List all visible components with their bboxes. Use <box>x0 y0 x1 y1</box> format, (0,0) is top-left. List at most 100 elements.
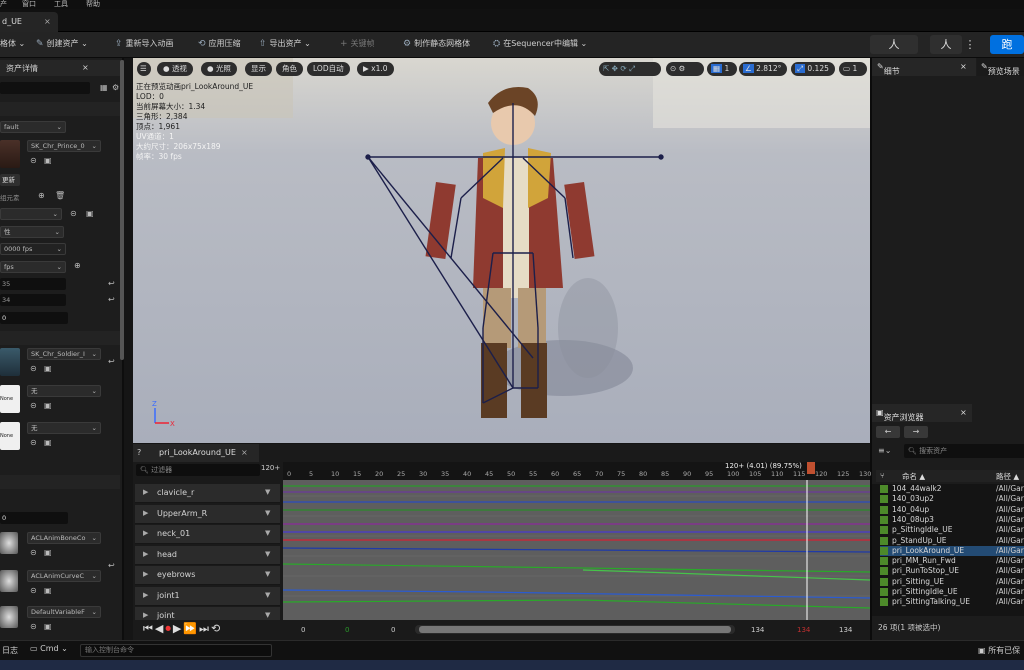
browse-icon[interactable]: ⊝ <box>30 438 37 447</box>
number-field[interactable]: 0 <box>0 312 68 324</box>
step-back-icon[interactable]: ◀ <box>155 622 165 635</box>
use-selected-icon[interactable]: ▣ <box>86 209 94 218</box>
number-field[interactable]: 35 <box>0 278 66 290</box>
asset-list-item[interactable]: p_StandUp_UE/All/Gar <box>880 536 1024 546</box>
chevron-down-icon[interactable]: ▼ <box>265 550 270 558</box>
asset-list-item[interactable]: 140_08up3/All/Gar <box>880 515 1024 525</box>
asset-search-input[interactable]: 🔍︎ 搜索资产 <box>904 444 1024 458</box>
track-row[interactable]: ▶ joint1 ▼ <box>135 586 280 606</box>
asset-list-item[interactable]: pri_RunToStop_UE/All/Gar <box>880 566 1024 576</box>
browse-icon[interactable]: ⊝ <box>30 156 37 165</box>
update-button[interactable]: 更新 <box>0 174 20 186</box>
close-icon[interactable]: × <box>82 63 89 72</box>
use-selected-icon[interactable]: ▣ <box>44 401 52 410</box>
path-column-header[interactable]: 路径 ▲ <box>996 471 1019 482</box>
chevron-down-icon[interactable]: ▼ <box>265 509 270 517</box>
skip-start-icon[interactable]: ⏮ <box>143 622 155 635</box>
save-status[interactable]: ▣ 所有已保 <box>978 645 1020 656</box>
close-icon[interactable]: × <box>960 408 967 417</box>
none-dropdown[interactable]: 无 ⌄ <box>27 422 101 434</box>
tab-preview-scene[interactable]: ✎ 预览场景 <box>977 58 1024 76</box>
show-button[interactable]: 显示 <box>245 62 272 76</box>
skip-end-icon[interactable]: ⏭ <box>199 622 211 635</box>
export-asset-button[interactable]: ⇧ 导出资产 ⌄ <box>259 38 311 49</box>
menu-item-window[interactable]: 窗口 <box>22 0 36 9</box>
curve-codec-dropdown[interactable]: ACLAnimCurveC ⌄ <box>27 570 101 582</box>
playback-speed-button[interactable]: ▶ x1.0 <box>357 62 394 76</box>
details-search-input[interactable] <box>0 82 90 94</box>
scrollbar-thumb[interactable] <box>419 626 731 633</box>
name-column-header[interactable]: 命名 ▲ <box>902 471 925 482</box>
expand-arrow-icon[interactable]: ▶ <box>143 529 148 537</box>
asset-list-item[interactable]: p_SittingIdle_UE/All/Gar <box>880 525 1024 535</box>
cmd-button[interactable]: ▭ Cmd ⌄ <box>30 644 68 653</box>
section-header[interactable] <box>0 475 120 489</box>
close-icon[interactable]: × <box>44 17 51 26</box>
document-tab[interactable]: d_UE × <box>0 12 58 32</box>
camera-speed-button[interactable]: ▭ 1 <box>839 62 867 76</box>
timeline-ruler[interactable]: 0 5 10 15 20 25 30 35 40 45 50 55 60 65 70 75 80 85 90 95 10… <box>283 462 871 480</box>
help-icon[interactable]: ? <box>137 448 141 457</box>
browse-icon[interactable]: ⊝ <box>30 364 37 373</box>
apply-compression-button[interactable]: ⟲ 应用压缩 <box>198 38 241 49</box>
reset-icon[interactable]: ↩ <box>108 295 115 304</box>
viewport-menu-button[interactable]: ☰ <box>137 62 151 76</box>
curve-area[interactable] <box>283 480 870 620</box>
use-selected-icon[interactable]: ▣ <box>44 622 52 631</box>
add-icon[interactable]: ⊕ <box>38 191 45 200</box>
browse-icon[interactable]: ⊝ <box>70 209 77 218</box>
playhead-marker[interactable] <box>807 462 815 474</box>
log-button[interactable]: 日志 <box>2 645 18 656</box>
soldier-mesh-dropdown[interactable]: SK_Chr_Soldier_I ⌄ <box>27 348 101 360</box>
filter-icon[interactable]: ≡⌄ <box>878 446 891 455</box>
use-selected-icon[interactable]: ▣ <box>44 548 52 557</box>
track-row[interactable]: ▶ head ▼ <box>135 545 280 565</box>
variable-codec-dropdown[interactable]: DefaultVariableF ⌄ <box>27 606 101 618</box>
skeleton-mode-button[interactable]: 人 <box>870 35 918 54</box>
expand-arrow-icon[interactable]: ▶ <box>143 550 148 558</box>
asset-list-item[interactable]: 140_03up2/All/Gar <box>880 494 1024 504</box>
mesh-dropdown[interactable]: SK_Chr_Prince_0 ⌄ <box>27 140 101 152</box>
menu-item-asset[interactable]: 产 <box>0 0 7 9</box>
transform-tools[interactable]: ⇱ ✥ ⟳ ⤢ <box>599 62 661 76</box>
play-icon[interactable]: ▶ <box>173 622 183 635</box>
asset-list-item[interactable]: pri_SittingTalking_UE/All/Gar <box>880 597 1024 607</box>
anim-tab[interactable]: ? pri_LookAround_UE × <box>133 444 259 462</box>
character-button[interactable]: 角色 <box>276 62 303 76</box>
none-dropdown[interactable]: 无 ⌄ <box>27 385 101 397</box>
chevron-down-icon[interactable]: ▼ <box>265 488 270 496</box>
track-row[interactable]: ▶ eyebrows ▼ <box>135 566 280 585</box>
expand-arrow-icon[interactable]: ▶ <box>143 591 148 599</box>
chevron-down-icon[interactable]: ▼ <box>265 529 270 537</box>
edit-in-sequencer-button[interactable]: ⛭ 在Sequencer中编辑 ⌄ <box>493 38 587 49</box>
reset-icon[interactable]: ↩ <box>108 357 115 366</box>
use-selected-icon[interactable]: ▣ <box>44 156 52 165</box>
browse-icon[interactable]: ⊝ <box>30 548 37 557</box>
step-forward-icon[interactable]: ⏩ <box>183 622 199 635</box>
mesh-menu-button[interactable]: 格体 ⌄ <box>0 38 25 49</box>
chevron-down-icon[interactable]: ▼ <box>265 570 270 578</box>
columns-icon[interactable]: ⑂ <box>880 471 885 480</box>
tab-details[interactable]: ✎ 细节 × <box>872 58 976 76</box>
grid-snap-button[interactable]: ▦ 1 <box>707 62 737 76</box>
use-selected-icon[interactable]: ▣ <box>44 438 52 447</box>
expand-arrow-icon[interactable]: ▶ <box>143 611 148 619</box>
asset-list-item[interactable]: pri_LookAround_UE/All/Gar <box>880 545 1024 556</box>
console-input[interactable]: 输入控制台命令 <box>80 644 272 657</box>
asset-list-item[interactable]: pri_MM_Run_Fwd/All/Gar <box>880 556 1024 566</box>
timeline-scrollbar[interactable] <box>415 625 735 634</box>
reimport-button[interactable]: ⇪ 重新导入动画 <box>115 38 174 49</box>
close-icon[interactable]: × <box>241 448 248 457</box>
chevron-down-icon[interactable]: ▼ <box>265 591 270 599</box>
transport-controls[interactable]: ⏮◀⏺▶⏩⏭⟲ <box>143 622 222 636</box>
back-button[interactable]: ← <box>876 426 900 438</box>
forward-button[interactable]: → <box>904 426 928 438</box>
lod-dropdown[interactable]: fault ⌄ <box>0 121 66 133</box>
animation-mode-button[interactable]: 跑 <box>990 35 1024 54</box>
property-dropdown[interactable]: ⌄ <box>0 208 62 220</box>
asset-list-item[interactable]: 104_44walk2/All/Gar <box>880 484 1024 494</box>
framerate-dropdown[interactable]: 0000 fps ⌄ <box>0 243 66 255</box>
framerate-dropdown-2[interactable]: fps ⌄ <box>0 261 66 273</box>
add-icon[interactable]: ⊕ <box>74 261 81 270</box>
mode-menu-button[interactable]: ⋮ <box>963 35 977 54</box>
